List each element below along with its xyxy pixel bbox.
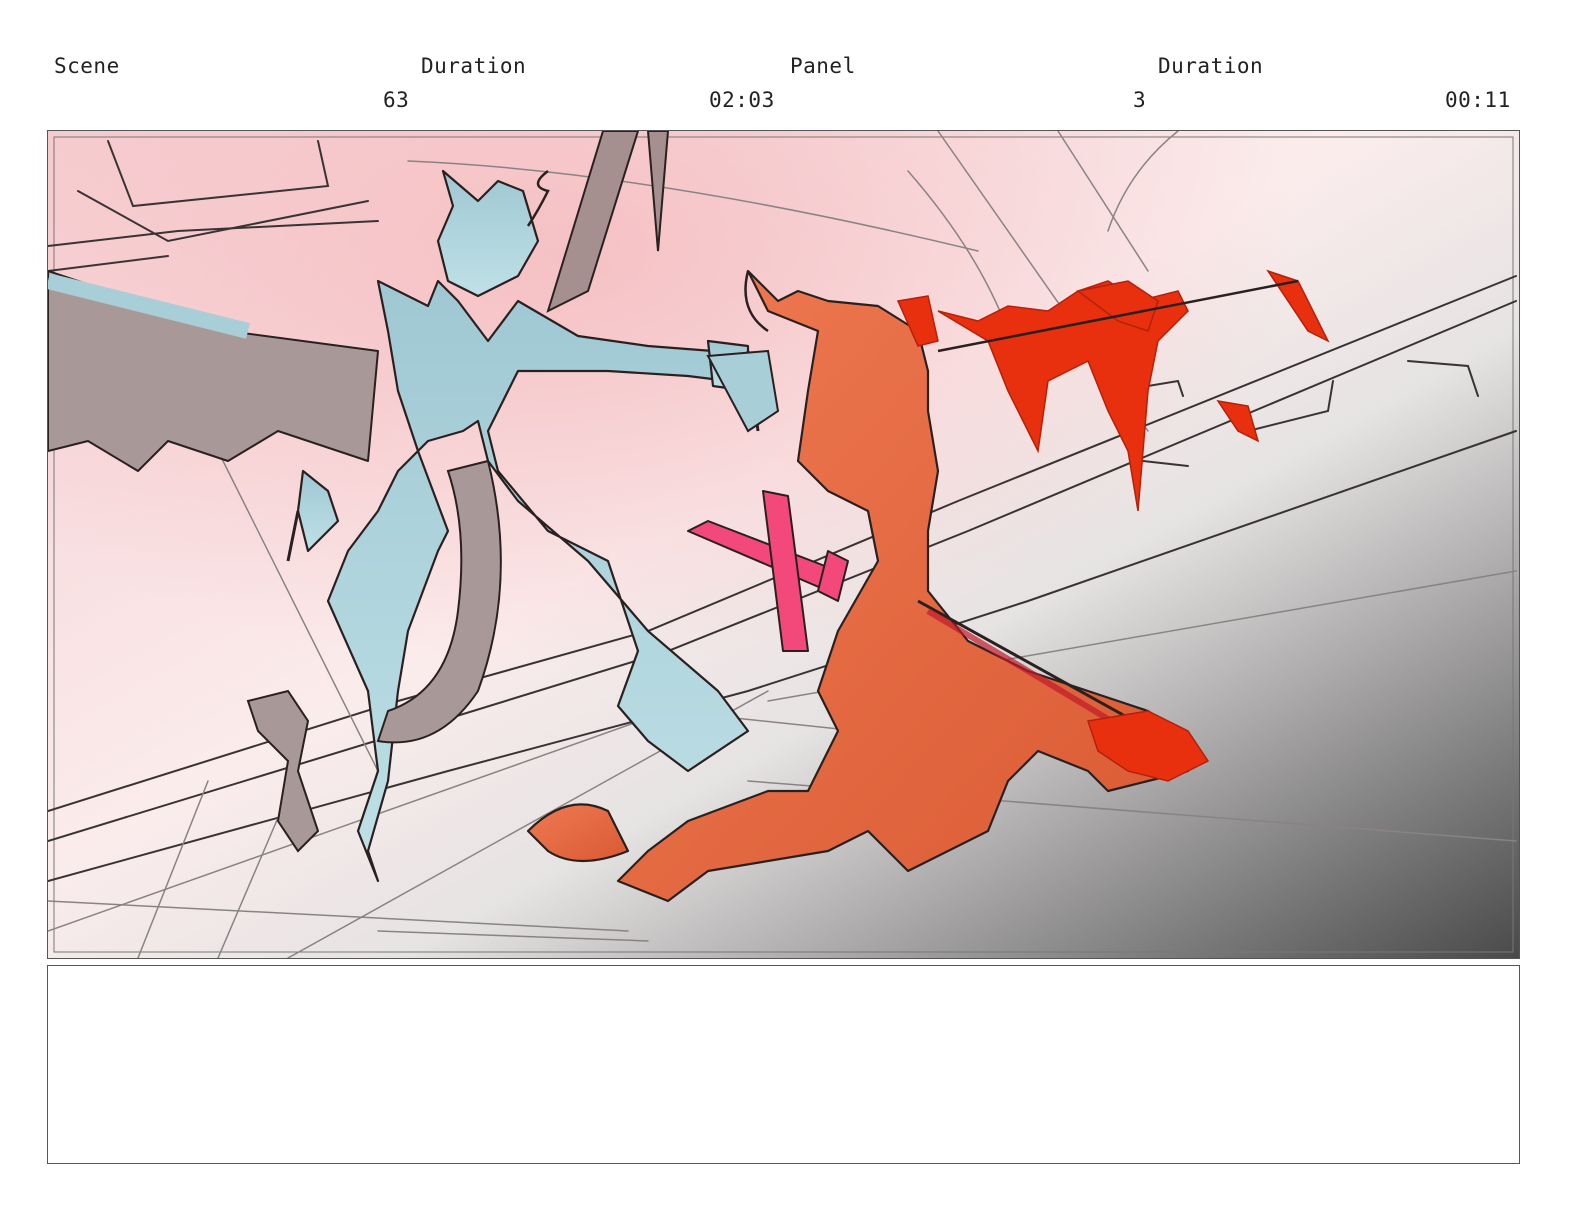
storyboard-panel-frame bbox=[47, 130, 1520, 959]
scene-number: 63 bbox=[383, 88, 410, 112]
panel-label: Panel bbox=[790, 54, 856, 78]
scene-duration-label: Duration bbox=[421, 54, 527, 78]
storyboard-sketch bbox=[48, 131, 1519, 958]
scene-label: Scene bbox=[54, 54, 120, 78]
panel-duration-value: 00:11 bbox=[1445, 88, 1511, 112]
scene-duration-value: 02:03 bbox=[709, 88, 775, 112]
panel-duration-label: Duration bbox=[1158, 54, 1264, 78]
panel-number: 3 bbox=[1133, 88, 1147, 112]
panel-notes-text bbox=[48, 966, 1519, 982]
panel-notes-box bbox=[47, 965, 1520, 1164]
